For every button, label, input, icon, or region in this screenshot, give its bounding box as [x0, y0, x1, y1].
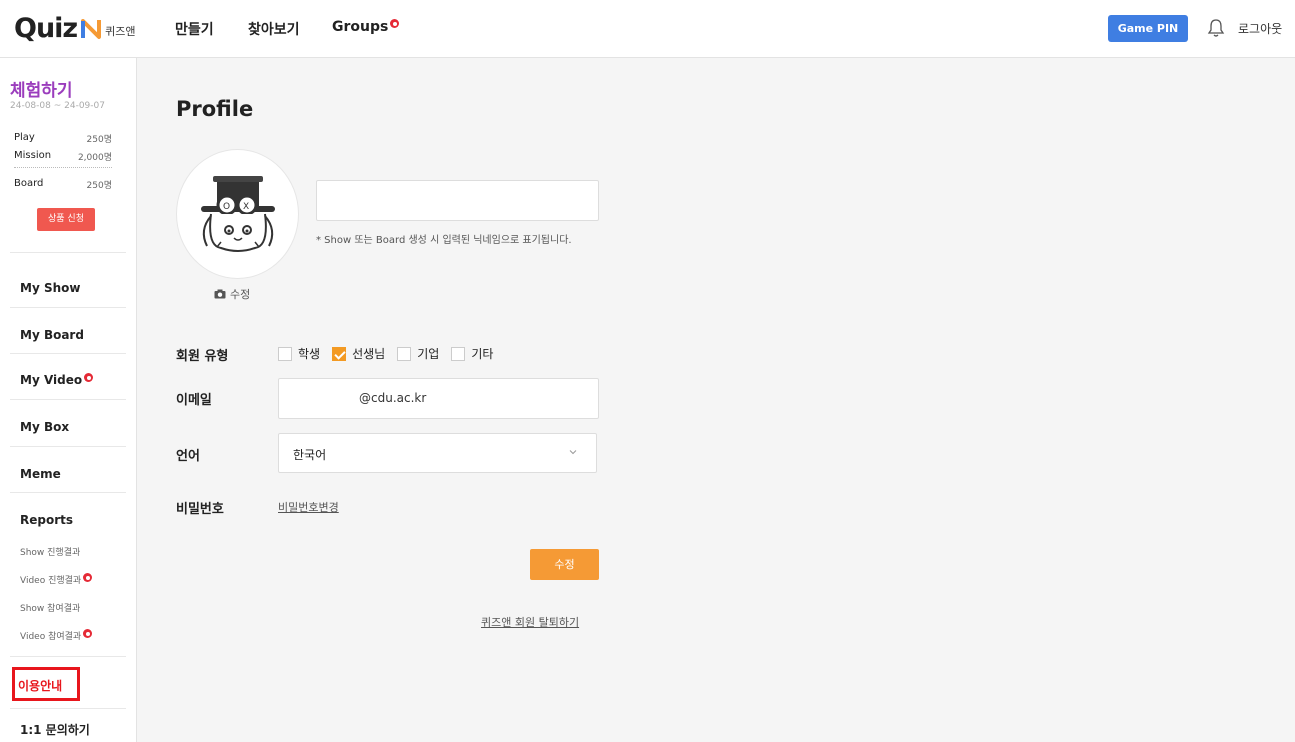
sidebar-item-meme[interactable]: Meme	[20, 467, 61, 481]
chevron-down-icon	[569, 450, 577, 455]
language-label: 언어	[176, 449, 200, 464]
withdraw-link[interactable]: 퀴즈앤 회원 탈퇴하기	[481, 614, 579, 630]
save-button[interactable]: 수정	[530, 549, 599, 580]
sidebar-item-label: My Video	[20, 373, 83, 387]
quota-value: 250명	[86, 181, 112, 191]
svg-text:X: X	[243, 202, 249, 212]
member-type-other[interactable]: 기타	[451, 345, 493, 362]
checkbox-label: 기업	[417, 347, 440, 361]
checkbox[interactable]	[451, 346, 466, 361]
checkbox-label: 선생님	[352, 347, 386, 361]
checkbox-label: 기타	[471, 347, 494, 361]
sidebar: 체험하기 24-08-08 ~ 24-09-07 Play 250명 Missi…	[0, 58, 137, 742]
sidebar-item-my-box[interactable]: My Box	[20, 420, 69, 434]
new-badge-icon	[83, 629, 93, 638]
quota-mission: Mission 2,000명	[14, 150, 112, 163]
divider	[10, 708, 126, 709]
language-value: 한국어	[293, 448, 327, 462]
logo-n-icon	[81, 19, 102, 39]
sidebar-sub-video-progress[interactable]: Video 진행결과	[20, 573, 93, 586]
sidebar-item-my-show[interactable]: My Show	[20, 281, 80, 295]
sidebar-sub-label: Video 진행결과	[20, 576, 82, 586]
quota-label: Mission	[14, 150, 52, 161]
bell-icon[interactable]	[1207, 18, 1225, 38]
logo-subtext: 퀴즈앤	[105, 25, 136, 38]
avatar-character-icon: O X	[201, 176, 275, 252]
page-title: Profile	[176, 97, 254, 121]
divider	[10, 446, 126, 447]
quota-label: Board	[14, 178, 44, 189]
new-badge-icon	[84, 373, 94, 382]
edit-photo-button[interactable]: 수정	[214, 286, 250, 302]
quota-value: 2,000명	[77, 153, 112, 163]
camera-icon	[214, 289, 226, 299]
language-select[interactable]: 한국어	[278, 433, 597, 473]
top-header: Quiz 퀴즈앤 만들기 찾아보기 Groups Game PIN 로그아웃	[0, 0, 1295, 58]
nav-create[interactable]: 만들기	[175, 19, 214, 39]
sidebar-item-guide[interactable]: 이용안내	[18, 677, 62, 694]
quota-value: 250명	[86, 135, 112, 145]
email-field[interactable]: @cdu.ac.kr	[278, 378, 599, 419]
sidebar-item-my-video[interactable]: My Video	[20, 373, 94, 387]
trial-period: 24-08-08 ~ 24-09-07	[10, 101, 105, 111]
svg-text:O: O	[223, 202, 230, 212]
quota-board: Board 250명	[14, 178, 112, 191]
apply-product-button[interactable]: 상품 신청	[37, 208, 95, 231]
new-badge-icon	[83, 573, 93, 582]
nickname-field[interactable]	[316, 180, 599, 221]
nav-groups-label: Groups	[332, 19, 389, 35]
member-type-company[interactable]: 기업	[397, 345, 439, 362]
divider	[10, 252, 126, 253]
password-label: 비밀번호	[176, 502, 224, 517]
quota-play: Play 250명	[14, 132, 112, 145]
change-password-link[interactable]: 비밀번호변경	[278, 499, 339, 515]
nav-groups[interactable]: Groups	[332, 19, 400, 35]
member-type-teacher[interactable]: 선생님	[332, 345, 385, 362]
game-pin-button[interactable]: Game PIN	[1108, 15, 1188, 42]
avatar[interactable]: O X	[176, 149, 299, 279]
sidebar-item-my-board[interactable]: My Board	[20, 328, 84, 342]
checkbox[interactable]	[397, 346, 412, 361]
sidebar-sub-video-participation[interactable]: Video 참여결과	[20, 629, 93, 642]
member-type-student[interactable]: 학생	[278, 345, 320, 362]
quota-label: Play	[14, 132, 35, 143]
sidebar-sub-show-participation[interactable]: Show 참여결과	[20, 601, 80, 614]
member-type-group: 학생 선생님 기업 기타	[278, 345, 505, 362]
checkbox-label: 학생	[298, 347, 321, 361]
nickname-hint: * Show 또는 Board 생성 시 입력된 닉네임으로 표기됩니다.	[316, 235, 572, 246]
checkbox[interactable]	[278, 346, 292, 361]
quizn-logo[interactable]: Quiz 퀴즈앤	[14, 10, 136, 46]
email-value: @cdu.ac.kr	[359, 391, 427, 405]
logout-link[interactable]: 로그아웃	[1238, 20, 1282, 37]
divider	[10, 399, 126, 400]
sidebar-sub-label: Video 참여결과	[20, 632, 82, 642]
member-type-label: 회원 유형	[176, 349, 229, 364]
email-label: 이메일	[176, 393, 212, 408]
divider	[10, 353, 126, 354]
checkbox-checked[interactable]	[332, 346, 347, 361]
sidebar-item-inquiry[interactable]: 1:1 문의하기	[20, 721, 90, 738]
trial-title: 체험하기	[10, 81, 73, 101]
nav-explore[interactable]: 찾아보기	[248, 19, 300, 39]
divider	[10, 656, 126, 657]
logo-text: Quiz	[14, 12, 78, 44]
sidebar-item-reports[interactable]: Reports	[20, 513, 73, 527]
divider	[10, 492, 126, 493]
edit-photo-label: 수정	[230, 288, 251, 301]
quota-divider	[14, 167, 112, 168]
new-badge-icon	[390, 19, 400, 28]
sidebar-sub-show-progress[interactable]: Show 진행결과	[20, 545, 80, 558]
divider	[10, 307, 126, 308]
